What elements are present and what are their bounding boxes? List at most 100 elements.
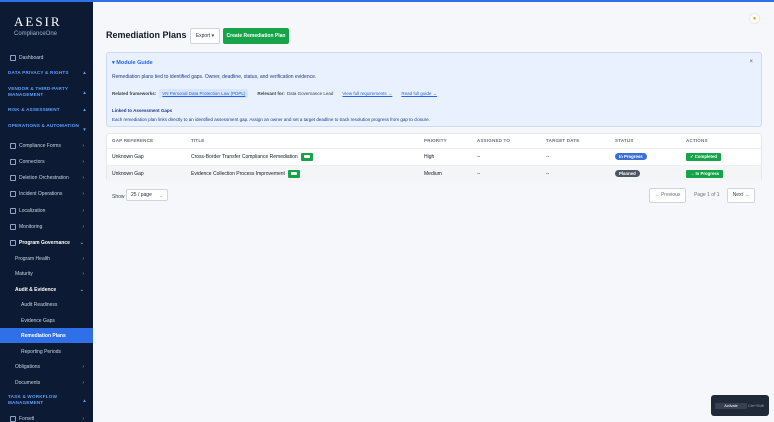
notification-bell-icon[interactable]: ● xyxy=(749,13,760,24)
activate-button[interactable]: Activate xyxy=(715,403,747,409)
target-date: -- xyxy=(546,154,550,160)
gap-reference: Unknown Gap xyxy=(112,171,144,177)
chevron-down-icon: ⌄ xyxy=(79,239,84,246)
column-header[interactable]: PRIORITY xyxy=(424,134,447,147)
plan-title-text: Evidence Collection Process Improvement xyxy=(191,171,285,177)
module-guide-toggle[interactable]: ▾ Module Guide xyxy=(112,60,153,66)
logo[interactable]: AESIR ComplianceOne xyxy=(0,2,93,50)
section-task[interactable]: TASK & WORKFLOW MANAGEMENT ▲ xyxy=(8,394,88,406)
sidebar-item-label: Audit & Evidence xyxy=(15,286,57,293)
sidebar-item-connectors[interactable]: Connectors › xyxy=(0,157,93,166)
table-row[interactable]: Unknown Gap Evidence Collection Process … xyxy=(107,165,761,182)
read-guide-link[interactable]: Read full guide → xyxy=(401,91,437,96)
section-label: RISK & ASSESSMENT xyxy=(8,107,60,112)
sidebar-item-label: Remediation Plans xyxy=(21,332,66,339)
previous-page-button[interactable]: ← Previous xyxy=(649,188,686,203)
sidebar-item-audit-readiness[interactable]: Audit Readiness xyxy=(0,300,93,309)
view-requirements-link[interactable]: View full requirements → xyxy=(342,91,392,96)
sidebar-item-label: Obligations xyxy=(15,363,41,370)
forms-icon xyxy=(10,142,16,149)
comment-icon[interactable] xyxy=(287,169,300,178)
chevron-up-icon: ▲ xyxy=(82,70,87,75)
column-header[interactable]: TARGET DATE xyxy=(546,134,580,147)
section-label: DATA PRIVACY & RIGHTS xyxy=(8,70,69,75)
show-label: Show xyxy=(112,194,125,200)
create-remediation-plan-button[interactable]: Create Remediation Plan xyxy=(223,28,289,44)
warning-icon xyxy=(10,190,16,197)
sidebar-item-audit-evidence[interactable]: Audit & Evidence ⌄ xyxy=(0,285,93,294)
page-title: Remediation Plans xyxy=(106,30,187,40)
sidebar-item-incident[interactable]: Incident Operations › xyxy=(0,189,93,198)
sidebar-item-label: Program Health xyxy=(15,255,51,262)
chevron-up-icon: ▲ xyxy=(82,398,87,403)
column-header[interactable]: GAP REFERENCE xyxy=(112,134,153,147)
plan-title-text: Cross-Border Transfer Compliance Remedia… xyxy=(191,154,298,160)
chevron-right-icon: › xyxy=(82,207,84,214)
sidebar-item-reporting-periods[interactable]: Reporting Periods xyxy=(0,347,93,356)
comment-icon[interactable] xyxy=(300,152,313,161)
sidebar-item-localization[interactable]: Localization › xyxy=(0,206,93,215)
column-header[interactable]: ASSIGNED TO xyxy=(477,134,510,147)
sidebar-item-deletion[interactable]: Deletion Orchestration › xyxy=(0,173,93,182)
sidebar-item-label: Dashboard xyxy=(19,54,44,61)
sidebar-item-maturity[interactable]: Maturity › xyxy=(0,269,93,278)
chevron-right-icon: › xyxy=(82,415,84,422)
status-cell: Planned xyxy=(615,166,640,182)
mark-completed-button[interactable]: ✓ Completed xyxy=(686,153,721,161)
section-privacy[interactable]: DATA PRIVACY & RIGHTS ▲ xyxy=(8,70,88,76)
activate-shortcut: Ctrl+Shift xyxy=(748,404,764,408)
module-guide-description: Remediation plans tied to identified gap… xyxy=(112,74,317,80)
sidebar-item-monitoring[interactable]: Monitoring › xyxy=(0,222,93,231)
section-vendor[interactable]: VENDOR & THIRD-PARTY MANAGEMENT ▲ xyxy=(8,86,88,98)
sidebar-item-obligations[interactable]: Obligations › xyxy=(0,362,93,371)
next-page-button[interactable]: Next → xyxy=(727,188,755,203)
framework-chip[interactable]: VN Personal Data Protection Law (PDPL) xyxy=(159,89,249,98)
activate-widget: Activate Ctrl+Shift xyxy=(711,395,769,416)
column-header[interactable]: TITLE xyxy=(191,134,205,147)
section-risk[interactable]: RISK & ASSESSMENT ▲ xyxy=(8,107,88,113)
sidebar-item-label: Compliance Forms xyxy=(19,142,61,149)
sidebar-item-evidence-gaps[interactable]: Evidence Gaps xyxy=(0,316,93,325)
target-date: -- xyxy=(546,171,550,177)
plan-title: Cross-Border Transfer Compliance Remedia… xyxy=(191,149,313,165)
status-badge: In Progress xyxy=(615,153,647,160)
close-icon[interactable]: × xyxy=(749,59,753,65)
sidebar-item-label: Documents xyxy=(15,379,41,386)
sidebar-item-label: Connectors xyxy=(19,158,45,165)
sidebar-item-label: Evidence Gaps xyxy=(21,317,55,324)
section-ops[interactable]: OPERATIONS & AUTOMATION ▼ xyxy=(8,123,88,132)
per-page-select[interactable]: 25 / page ⌄ xyxy=(126,189,168,201)
column-header[interactable]: ACTIONS xyxy=(686,134,708,147)
chevron-down-icon: ⌄ xyxy=(79,286,84,293)
sidebar-item-forms[interactable]: Compliance Forms › xyxy=(0,141,93,150)
chevron-right-icon: › xyxy=(82,142,84,149)
table-row[interactable]: Unknown Gap Cross-Border Transfer Compli… xyxy=(107,148,761,165)
sidebar-item-dashboard[interactable]: Dashboard xyxy=(0,53,93,62)
gap-reference: Unknown Gap xyxy=(112,154,144,160)
linked-title: Linked to Assessment Gaps xyxy=(112,108,173,113)
chevron-down-icon: ⌄ xyxy=(159,193,163,198)
sidebar-item-label: Reporting Periods xyxy=(21,348,62,355)
column-header[interactable]: STATUS xyxy=(615,134,634,147)
sidebar-item-program-governance[interactable]: Program Governance ⌄ xyxy=(0,238,93,247)
status-badge: Planned xyxy=(615,170,640,177)
framework-row: Related frameworks: VN Personal Data Pro… xyxy=(112,89,437,98)
assigned-to: -- xyxy=(477,154,481,160)
chevron-up-icon: ▲ xyxy=(82,107,87,112)
sidebar-item-forsetl[interactable]: Forsetl › xyxy=(0,414,93,422)
chevron-right-icon: › xyxy=(82,190,84,197)
sidebar-item-program-health[interactable]: Program Health › xyxy=(0,254,93,263)
chevron-right-icon: › xyxy=(82,158,84,165)
module-guide: ▾ Module Guide × Remediation plans tied … xyxy=(106,52,762,127)
status-cell: In Progress xyxy=(615,149,647,165)
mark-in-progress-button[interactable]: → In Progress xyxy=(686,170,724,178)
chevron-right-icon: › xyxy=(82,363,84,370)
section-label: OPERATIONS & AUTOMATION xyxy=(8,123,80,128)
sidebar-item-label: Incident Operations xyxy=(19,190,63,197)
forsetl-icon xyxy=(10,415,16,422)
priority: High xyxy=(424,154,435,160)
sidebar-item-remediation-plans[interactable]: Remediation Plans xyxy=(0,328,93,343)
export-button[interactable]: Export ▾ xyxy=(190,28,220,44)
logo-subtitle: ComplianceOne xyxy=(14,31,58,37)
sidebar-item-documents[interactable]: Documents › xyxy=(0,378,93,387)
